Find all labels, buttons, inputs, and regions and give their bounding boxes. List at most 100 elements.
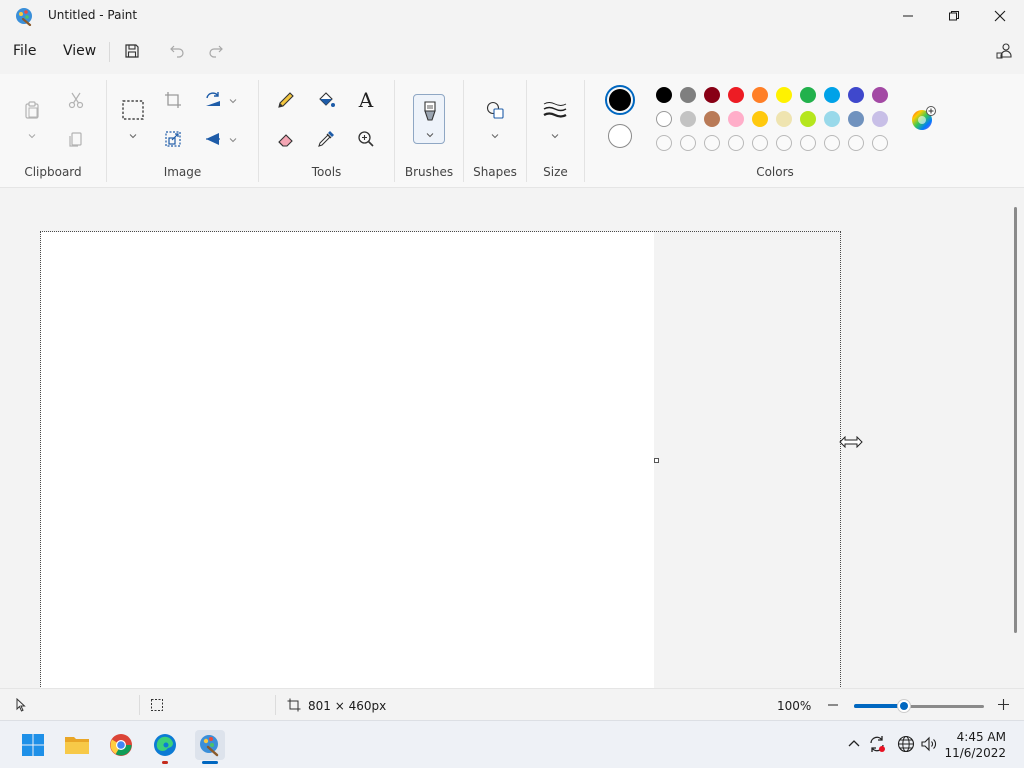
horizontal-resize-cursor-icon bbox=[839, 436, 863, 448]
custom-color-slot[interactable] bbox=[752, 135, 768, 151]
crop-button[interactable] bbox=[159, 86, 187, 114]
palette-color-swatch[interactable] bbox=[752, 87, 768, 103]
palette-color-swatch[interactable] bbox=[752, 111, 768, 127]
custom-color-slot[interactable] bbox=[656, 135, 672, 151]
start-button[interactable] bbox=[19, 731, 47, 759]
chevron-down-icon bbox=[228, 96, 238, 106]
palette-color-swatch[interactable] bbox=[656, 87, 672, 103]
color-picker-button[interactable] bbox=[312, 125, 340, 153]
shapes-dropdown[interactable] bbox=[490, 130, 500, 140]
custom-color-slot[interactable] bbox=[872, 135, 888, 151]
palette-color-swatch[interactable] bbox=[680, 87, 696, 103]
secondary-color-button[interactable] bbox=[608, 124, 632, 148]
custom-color-slot[interactable] bbox=[728, 135, 744, 151]
magnifier-button[interactable] bbox=[352, 125, 380, 153]
paint-bucket-icon bbox=[316, 90, 336, 110]
copy-icon bbox=[66, 129, 86, 149]
custom-color-slot[interactable] bbox=[824, 135, 840, 151]
palette-color-swatch[interactable] bbox=[704, 87, 720, 103]
palette-color-swatch[interactable] bbox=[848, 111, 864, 127]
rotate-dropdown[interactable] bbox=[228, 95, 238, 105]
palette-color-swatch[interactable] bbox=[872, 111, 888, 127]
cut-button[interactable] bbox=[62, 86, 90, 114]
save-button[interactable] bbox=[122, 41, 142, 61]
line-width-icon bbox=[543, 100, 567, 120]
chevron-down-icon bbox=[550, 131, 560, 141]
chrome-button[interactable] bbox=[107, 731, 135, 759]
vertical-scrollbar[interactable] bbox=[1014, 207, 1017, 633]
eraser-icon bbox=[276, 129, 296, 149]
size-button[interactable] bbox=[541, 96, 569, 124]
custom-color-slot[interactable] bbox=[704, 135, 720, 151]
primary-color-button[interactable] bbox=[605, 85, 635, 115]
edge-button[interactable] bbox=[151, 731, 179, 759]
undo-button[interactable] bbox=[167, 41, 187, 61]
rotate-button[interactable] bbox=[199, 86, 227, 114]
zoom-in-icon[interactable] bbox=[997, 698, 1010, 711]
sync-tray-button[interactable] bbox=[868, 735, 886, 753]
system-clock[interactable]: 4:45 AM 11/6/2022 bbox=[944, 729, 1006, 761]
brushes-button[interactable] bbox=[413, 94, 445, 144]
select-dropdown[interactable] bbox=[128, 130, 138, 140]
show-hidden-icons-button[interactable] bbox=[845, 735, 863, 753]
flip-button[interactable] bbox=[199, 125, 227, 153]
palette-color-swatch[interactable] bbox=[872, 87, 888, 103]
pencil-button[interactable] bbox=[272, 86, 300, 114]
chevron-down-icon bbox=[128, 131, 138, 141]
paint-active-indicator bbox=[202, 761, 218, 764]
chevron-down-icon bbox=[425, 130, 435, 140]
canvas-size-icon bbox=[287, 698, 301, 712]
shapes-button[interactable] bbox=[481, 96, 509, 124]
zoom-slider-thumb[interactable] bbox=[897, 699, 911, 713]
file-explorer-button[interactable] bbox=[63, 731, 91, 759]
menu-bar: File View bbox=[0, 34, 1024, 70]
zoom-out-icon[interactable] bbox=[827, 699, 839, 711]
title-bar: Untitled - Paint bbox=[0, 0, 1024, 32]
custom-color-slot[interactable] bbox=[848, 135, 864, 151]
eraser-button[interactable] bbox=[272, 125, 300, 153]
close-button[interactable] bbox=[977, 0, 1023, 32]
chevron-down-icon bbox=[228, 135, 238, 145]
minimize-button[interactable] bbox=[885, 0, 931, 32]
text-button[interactable]: A bbox=[352, 86, 380, 114]
maximize-button[interactable] bbox=[931, 0, 977, 32]
resize-button[interactable] bbox=[159, 125, 187, 153]
palette-color-swatch[interactable] bbox=[848, 87, 864, 103]
palette-color-swatch[interactable] bbox=[656, 111, 672, 127]
copy-button[interactable] bbox=[62, 125, 90, 153]
select-button[interactable] bbox=[119, 96, 147, 124]
size-dropdown[interactable] bbox=[550, 130, 560, 140]
volume-tray-button[interactable] bbox=[920, 735, 938, 753]
palette-color-swatch[interactable] bbox=[824, 87, 840, 103]
palette-color-swatch[interactable] bbox=[728, 111, 744, 127]
drawing-canvas[interactable] bbox=[41, 232, 654, 688]
redo-icon bbox=[208, 43, 224, 59]
file-menu[interactable]: File bbox=[13, 43, 36, 59]
palette-color-swatch[interactable] bbox=[800, 111, 816, 127]
custom-color-slot[interactable] bbox=[776, 135, 792, 151]
paint-taskbar-button[interactable] bbox=[195, 730, 225, 760]
folder-icon bbox=[64, 734, 90, 756]
globe-icon bbox=[897, 735, 915, 753]
palette-color-swatch[interactable] bbox=[704, 111, 720, 127]
palette-color-swatch[interactable] bbox=[824, 111, 840, 127]
flip-dropdown[interactable] bbox=[228, 134, 238, 144]
network-tray-button[interactable] bbox=[897, 735, 915, 753]
account-button[interactable] bbox=[994, 41, 1014, 61]
canvas-size-text: 801 × 460px bbox=[308, 699, 386, 713]
redo-button[interactable] bbox=[206, 41, 226, 61]
paste-button[interactable] bbox=[18, 96, 46, 124]
tools-label: Tools bbox=[259, 165, 394, 179]
canvas-resize-handle[interactable] bbox=[654, 458, 659, 463]
speaker-icon bbox=[920, 735, 938, 753]
paste-dropdown[interactable] bbox=[27, 130, 37, 140]
palette-color-swatch[interactable] bbox=[680, 111, 696, 127]
palette-color-swatch[interactable] bbox=[776, 87, 792, 103]
view-menu[interactable]: View bbox=[63, 43, 96, 59]
palette-color-swatch[interactable] bbox=[728, 87, 744, 103]
palette-color-swatch[interactable] bbox=[800, 87, 816, 103]
fill-button[interactable] bbox=[312, 86, 340, 114]
custom-color-slot[interactable] bbox=[680, 135, 696, 151]
palette-color-swatch[interactable] bbox=[776, 111, 792, 127]
custom-color-slot[interactable] bbox=[800, 135, 816, 151]
